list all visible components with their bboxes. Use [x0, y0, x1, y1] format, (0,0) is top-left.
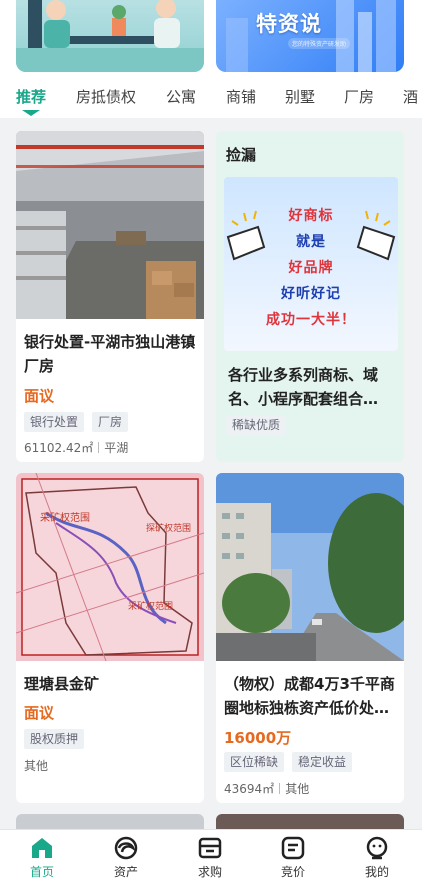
- bid-icon: [281, 836, 305, 860]
- listing-title: 理塘县金矿: [24, 675, 100, 693]
- map-label: 采矿权范围: [40, 511, 90, 524]
- listing-card[interactable]: 采矿权范围 探矿权范围 采矿权范围 理塘县金矿 面议 股权质押 其他: [16, 473, 204, 803]
- promo-trademark-graphic: 好商标 就是 好品牌 好听好记 成功一大半！: [224, 177, 398, 351]
- listing-meta: 43694㎡ 其他: [224, 780, 309, 797]
- nav-label: 首页: [29, 865, 54, 879]
- nav-mine[interactable]: 我的: [347, 836, 407, 880]
- listing-tags: 股权质押: [24, 729, 85, 749]
- promo-card[interactable]: 捡漏 好商标 就是 好品牌 好听好记 成功一大半！ 各行业多系列商标、域名、小程…: [216, 131, 404, 462]
- nav-assets[interactable]: 资产: [96, 836, 156, 880]
- listing-location: 平湖: [104, 441, 129, 455]
- listing-meta: 61102.42㎡ 平湖: [24, 439, 128, 456]
- tab-recommend[interactable]: 推荐: [16, 86, 46, 107]
- meta-divider: [279, 783, 281, 794]
- banner-tezishuo[interactable]: 特资说 您的特殊资产研发助: [216, 0, 404, 72]
- promo-line: 好品牌: [288, 260, 334, 276]
- listing-tag: 股权质押: [24, 729, 85, 749]
- promo-heading: 捡漏: [226, 146, 257, 164]
- asset-swirl-icon: [114, 836, 138, 860]
- tab-mortgage-debt[interactable]: 房抵债权: [76, 86, 136, 107]
- nav-label: 我的: [364, 865, 389, 879]
- listing-price: 面议: [24, 704, 55, 722]
- nav-purchase[interactable]: 求购: [180, 836, 240, 880]
- listing-meta: 其他: [24, 757, 48, 774]
- nav-label: 资产: [113, 865, 138, 879]
- tab-apartment[interactable]: 公寓: [166, 86, 196, 107]
- listing-tag: 银行处置: [24, 412, 85, 432]
- promo-line: 好商标: [288, 208, 334, 224]
- banner-carousel: 特资说 您的特殊资产研发助: [0, 0, 422, 74]
- listing-area: 61102.42㎡: [24, 441, 94, 455]
- listing-tag: 稀缺优质: [226, 415, 287, 435]
- listing-location: 其他: [24, 759, 49, 773]
- listing-title: （物权）成都4万3千平商圈地标独栋资产低价处…: [224, 675, 395, 717]
- listing-area: 43694㎡: [224, 782, 275, 796]
- listing-tag: 稳定收益: [292, 752, 353, 772]
- map-label: 采矿权范围: [128, 600, 173, 612]
- listing-tag: 厂房: [92, 412, 129, 432]
- box-icon: [198, 837, 222, 859]
- listing-price: 16000万: [224, 729, 292, 747]
- banner-people-illustration: [16, 0, 204, 72]
- listing-tag: 区位稀缺: [224, 752, 285, 772]
- listing-tags: 银行处置 厂房: [24, 412, 129, 432]
- banner-subtitle: 您的特殊资产研发助: [288, 38, 351, 49]
- map-label: 探矿权范围: [146, 522, 191, 534]
- tab-active-indicator: [22, 110, 40, 116]
- listing-card[interactable]: （物权）成都4万3千平商圈地标独栋资产低价处… 16000万 区位稀缺 稳定收益…: [216, 473, 404, 803]
- home-icon: [32, 838, 52, 858]
- promo-title: 各行业多系列商标、域名、小程序配套组合…: [228, 366, 379, 408]
- street-photo: [216, 473, 404, 661]
- meta-divider: [98, 442, 100, 453]
- promo-line: 好听好记: [281, 286, 341, 302]
- promo-line: 就是: [296, 234, 326, 250]
- bottom-nav: 首页 资产 求购 竞价 我的: [0, 829, 422, 883]
- mine-map-image: 采矿权范围 探矿权范围 采矿权范围: [16, 473, 204, 661]
- banner-title: 特资说: [256, 12, 322, 36]
- profile-icon: [366, 836, 388, 860]
- nav-home[interactable]: 首页: [12, 836, 72, 880]
- tab-hotel[interactable]: 酒: [403, 86, 418, 107]
- banner-illustration[interactable]: [16, 0, 204, 72]
- tab-shop[interactable]: 商铺: [226, 86, 256, 107]
- promo-tags: 稀缺优质: [226, 415, 287, 435]
- listing-location: 其他: [285, 782, 310, 796]
- listing-price: 面议: [24, 387, 55, 405]
- nav-label: 竞价: [280, 865, 305, 879]
- listing-title: 银行处置-平湖市独山港镇厂房: [24, 333, 196, 375]
- nav-bidding[interactable]: 竞价: [263, 836, 323, 880]
- nav-label: 求购: [197, 865, 222, 879]
- tab-factory[interactable]: 厂房: [344, 86, 374, 107]
- tab-villa[interactable]: 别墅: [285, 86, 315, 107]
- listing-tags: 区位稀缺 稳定收益: [224, 752, 353, 772]
- promo-line: 成功一大半！: [266, 312, 356, 328]
- factory-photo: [16, 131, 204, 319]
- category-tabs: 推荐 房抵债权 公寓 商铺 别墅 厂房 酒: [0, 74, 422, 118]
- listing-card[interactable]: 银行处置-平湖市独山港镇厂房 面议 银行处置 厂房 61102.42㎡ 平湖: [16, 131, 204, 462]
